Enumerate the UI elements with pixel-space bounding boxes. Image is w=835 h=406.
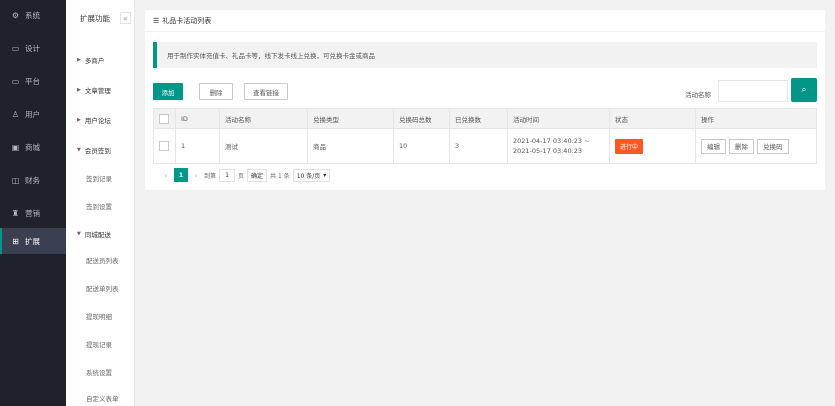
header-select-all[interactable] — [154, 109, 176, 128]
apps-icon: ⊞ — [12, 236, 19, 246]
caret-right-icon: ▶ — [77, 57, 81, 63]
header-cell: 活动时间 — [508, 109, 610, 128]
total-count: 共 1 条 — [270, 172, 290, 180]
view-link-button[interactable]: 查看链接 — [244, 83, 288, 100]
delete-button[interactable]: 删除 — [199, 83, 233, 100]
submenu-item-custom-form[interactable]: 自定义表单 — [66, 391, 134, 405]
monitor-icon: ▭ — [11, 76, 20, 86]
confirm-button[interactable]: 确定 — [247, 168, 268, 182]
add-button[interactable]: 添加 — [153, 83, 183, 100]
shop-icon: ▣ — [11, 142, 20, 152]
nav-item-shop[interactable]: ▣ 商城 — [0, 134, 66, 160]
cell-total: 10 — [394, 129, 450, 163]
header-cell: 活动名称 — [220, 109, 308, 128]
table-header: ID 活动名称 兑换类型 兑换码总数 已兑换数 活动时间 状态 操作 — [154, 109, 816, 129]
submenu-item-courier-list[interactable]: 配送员列表 — [66, 253, 134, 267]
page-unit: 页 — [238, 172, 245, 180]
collapse-icon[interactable]: « — [120, 12, 131, 24]
nav-item-label: 平台 — [25, 76, 40, 86]
page-title: ☰ 礼品卡活动列表 — [145, 10, 825, 32]
submenu-item-delivery-orders[interactable]: 配送单列表 — [66, 281, 134, 295]
finance-icon: ◫ — [11, 175, 20, 185]
nav-item-label: 扩展 — [25, 236, 40, 246]
nav-item-system[interactable]: ⚙ 系统 — [0, 2, 66, 28]
cell-time: 2021-04-17 03:40:23 ~ 2021-05-17 03:40:2… — [508, 129, 610, 163]
submenu-item-withdraw-records[interactable]: 提现记录 — [66, 337, 134, 351]
sub-menu: 扩展功能 « ▶ 多商户 ▶ 文章管理 ▶ 用户论坛 ▼ 会员签到 签到记录 签… — [66, 0, 135, 406]
submenu-group-multi-merchant[interactable]: ▶ 多商户 — [66, 53, 134, 67]
search-label: 活动名称 — [685, 91, 711, 99]
time-end: 2021-05-17 03:40:23 — [513, 147, 583, 155]
caret-right-icon: ▶ — [77, 87, 81, 93]
gear-icon: ⚙ — [11, 10, 20, 20]
header-cell: 操作 — [701, 115, 714, 124]
caret-down-icon: ▼ — [77, 147, 81, 153]
activity-table: ID 活动名称 兑换类型 兑换码总数 已兑换数 活动时间 状态 操作 1 测试 … — [153, 108, 817, 164]
submenu-item-signin-records[interactable]: 签到记录 — [66, 171, 134, 185]
caret-down-icon: ▼ — [77, 231, 81, 237]
search-icon: ⌕ — [801, 85, 807, 95]
main-content: ☰ 礼品卡活动列表 用于制作实体充值卡、礼品卡等，线下发卡线上兑换，可兑换卡金或… — [135, 0, 835, 406]
cell-redeemed: 3 — [450, 129, 508, 163]
row-select[interactable] — [154, 129, 176, 163]
monitor-icon: ▭ — [11, 43, 20, 53]
pagination: ‹ 1 › 到第 1 页 确定 共 1 条 10 条/页 ▾ — [161, 167, 333, 183]
nav-item-label: 营销 — [25, 208, 40, 218]
edit-button[interactable]: 编辑 — [701, 138, 726, 154]
chevron-down-icon: ▾ — [323, 171, 327, 179]
nav-item-marketing[interactable]: ♜ 营销 — [0, 200, 66, 226]
nav-item-label: 财务 — [25, 175, 40, 185]
next-page-icon[interactable]: › — [191, 171, 201, 180]
page-size-select[interactable]: 10 条/页 ▾ — [292, 168, 331, 182]
submenu-item-signin-settings[interactable]: 签到设置 — [66, 199, 134, 213]
cell-id: 1 — [176, 129, 220, 163]
cell-name: 测试 — [220, 129, 308, 163]
page-current[interactable]: 1 — [174, 168, 188, 182]
select-all-checkbox[interactable] — [159, 113, 169, 124]
nav-item-label: 商城 — [25, 142, 40, 152]
nav-item-label: 用户 — [25, 109, 40, 119]
table-row: 1 测试 商品 10 3 2021-04-17 03:40:23 ~ 2021-… — [154, 129, 816, 163]
nav-item-label: 系统 — [25, 10, 40, 20]
header-cell: ID — [176, 109, 220, 128]
nav-item-design[interactable]: ▭ 设计 — [0, 35, 66, 61]
nav-item-finance[interactable]: ◫ 财务 — [0, 167, 66, 193]
cell-type: 商品 — [308, 129, 394, 163]
header-cell: 状态 — [610, 109, 696, 128]
search-button[interactable]: ⌕ — [791, 78, 817, 102]
content-card: ☰ 礼品卡活动列表 用于制作实体充值卡、礼品卡等，线下发卡线上兑换，可兑换卡金或… — [145, 10, 825, 190]
cell-status: 进行中 — [610, 129, 696, 163]
time-start: 2021-04-17 03:40:23 ~ — [513, 137, 590, 145]
submenu-item-withdraw-detail[interactable]: 提现明细 — [66, 309, 134, 323]
header-cell: 兑换类型 — [308, 109, 394, 128]
submenu-group-delivery[interactable]: ▼ 同城配送 — [66, 227, 134, 241]
submenu-group-forum[interactable]: ▶ 用户论坛 — [66, 113, 134, 127]
submenu-item-system-settings[interactable]: 系统设置 — [66, 365, 134, 379]
status-badge: 进行中 — [615, 138, 644, 154]
goto-label: 到第 — [204, 172, 217, 180]
cell-ops: 编辑 删除 兑换码 — [696, 129, 816, 163]
submenu-group-signin[interactable]: ▼ 会员签到 — [66, 143, 134, 157]
row-checkbox[interactable] — [159, 141, 169, 151]
prev-page-icon[interactable]: ‹ — [161, 171, 171, 180]
marketing-icon: ♜ — [11, 208, 20, 218]
nav-item-platform[interactable]: ▭ 平台 — [0, 68, 66, 94]
delete-row-button[interactable]: 删除 — [729, 138, 754, 154]
submenu-group-article[interactable]: ▶ 文章管理 — [66, 83, 134, 97]
nav-item-user[interactable]: ♙ 用户 — [0, 101, 66, 127]
nav-item-label: 设计 — [25, 43, 40, 53]
redeem-code-button[interactable]: 兑换码 — [757, 138, 789, 154]
user-icon: ♙ — [11, 109, 20, 119]
search-input[interactable] — [718, 80, 788, 102]
header-cell: 已兑换数 — [450, 109, 508, 128]
nav-item-extend[interactable]: ⊞ 扩展 — [0, 228, 66, 254]
goto-page-input[interactable]: 1 — [219, 168, 236, 182]
header-cell: 兑换码总数 — [394, 109, 450, 128]
list-icon: ☰ — [153, 16, 160, 25]
caret-right-icon: ▶ — [77, 117, 81, 123]
notice-box: 用于制作实体充值卡、礼品卡等，线下发卡线上兑换，可兑换卡金或商品 — [153, 42, 817, 68]
main-nav: ⚙ 系统 ▭ 设计 ▭ 平台 ♙ 用户 ▣ 商城 ◫ 财务 ♜ 营销 ⊞ 扩展 — [0, 0, 66, 406]
